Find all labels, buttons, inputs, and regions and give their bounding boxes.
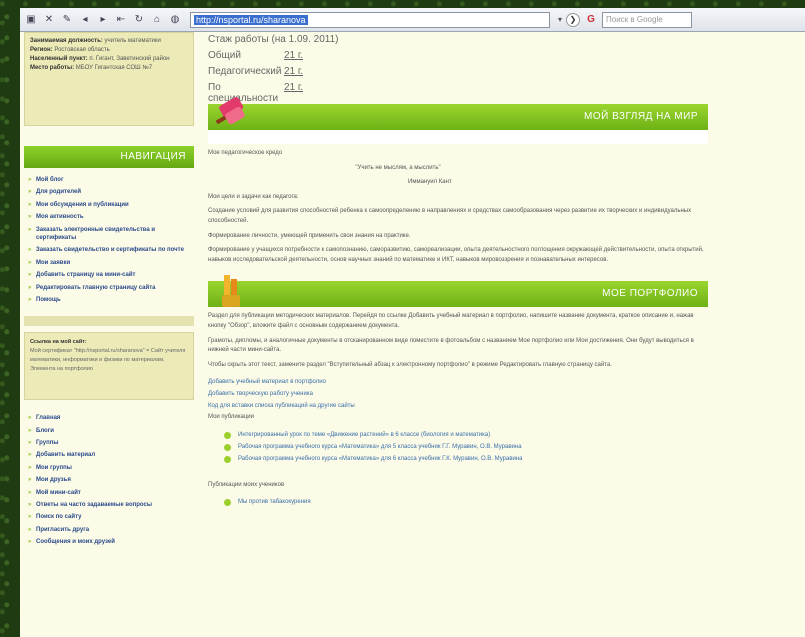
white-strip	[208, 130, 708, 144]
google-icon: G	[587, 14, 595, 25]
portfolio-intro: Раздел для публикации методических матер…	[208, 313, 694, 329]
nav-item[interactable]: Мои группы	[26, 462, 194, 474]
navigation-list: Мой блог Для родителей Мои обсуждения и …	[24, 168, 194, 307]
nav-item[interactable]: Мои друзья	[26, 474, 194, 486]
portfolio-diplomas: Грамоты, дипломы, и аналогичные документ…	[208, 337, 694, 354]
info-label: Место работы:	[30, 65, 75, 71]
nav-item[interactable]: Сообщения и моих друзей	[26, 536, 194, 548]
goal-text: Создание условий для развития способност…	[208, 208, 692, 224]
back-icon[interactable]: ◂	[78, 13, 92, 27]
section-title: МОЙ ВЗГЛЯД НА МИР	[584, 111, 698, 122]
user-info-box: Занимаемая должность: учитель математики…	[24, 32, 194, 126]
info-label: Регион:	[30, 47, 53, 53]
motto-author: Иммануил Кант	[408, 179, 452, 186]
stat-row: Педагогический 21 г.	[208, 66, 708, 82]
close-icon[interactable]: ✕	[42, 13, 56, 27]
browser-toolbar: ▣ ✕ ✎ ◂ ▸ ⇤ ↻ ⌂ ◍ http://nsportal.ru/sha…	[20, 8, 805, 32]
page: Занимаемая должность: учитель математики…	[20, 32, 805, 637]
nav-item[interactable]: Добавить материал	[26, 449, 194, 461]
split-icon[interactable]: ⇤	[114, 13, 128, 27]
nav-item[interactable]: Заказать электронные свидетельства и сер…	[26, 224, 194, 245]
site-link-text[interactable]: Мой сертификат "http://nsportal.ru/shara…	[30, 347, 188, 365]
info-value: МБОУ Гигантская СОШ №7	[75, 65, 153, 71]
stat-value: 21 г.	[284, 66, 304, 77]
info-value: Ростовская область	[54, 47, 110, 53]
student-publications-label: Публикации моих учеников	[208, 481, 285, 488]
stats-title: Стаж работы (на 1.09. 2011)	[208, 34, 339, 45]
stat-value: 21 г.	[284, 82, 304, 93]
publication-link[interactable]: Рабочая программа учебного курса «Матема…	[224, 453, 708, 465]
worldview-content: Мое педагогическое кредо "Учить не мысля…	[208, 149, 708, 265]
nav-item[interactable]: Мои заявки	[26, 257, 194, 269]
search-input[interactable]: Поиск в Google	[602, 11, 693, 28]
forward-icon[interactable]: ▸	[96, 13, 110, 27]
motto-label: Мое педагогическое кредо	[208, 150, 283, 156]
goal-text: Формирование у учащихся потребности к са…	[208, 247, 704, 263]
stat-row: По специальности 21 г.	[208, 82, 708, 104]
site-link-title: Ссылка на мой сайт:	[30, 339, 87, 346]
reload-icon[interactable]: ↻	[132, 13, 146, 27]
nav-item[interactable]: Редактировать главную страницу сайта	[26, 282, 194, 294]
section-title: МОЕ ПОРТФОЛИО	[602, 288, 698, 300]
add-material-link[interactable]: Добавить учебный материал в портфолио	[208, 378, 708, 388]
goal-text: Формирование личности, умеющей применить…	[208, 232, 411, 239]
nav-item[interactable]: Мой мини-сайт	[26, 487, 194, 499]
info-value: учитель математики	[104, 38, 161, 44]
nav-item[interactable]: Мой блог	[26, 174, 194, 186]
address-bar[interactable]: http://nsportal.ru/sharanova	[190, 11, 550, 28]
globe-icon: ◍	[170, 14, 180, 25]
home-icon[interactable]: ⌂	[150, 13, 164, 27]
nav-item[interactable]: Главная	[26, 412, 194, 424]
publications-label: Мои публикации	[208, 414, 254, 421]
site-link-box: Ссылка на мой сайт: Мой сертификат "http…	[24, 332, 194, 401]
portfolio-hint: Чтобы скрыть этот текст, замените раздел…	[208, 361, 612, 368]
info-label: Населенный пункт:	[30, 56, 88, 62]
add-student-work-link[interactable]: Добавить творческую работу ученика	[208, 390, 708, 400]
pencils-icon	[222, 275, 240, 308]
student-publications-list: Мы против табакокурения	[224, 496, 708, 508]
brush-icon	[215, 97, 245, 125]
publication-link[interactable]: Интегрированный урок по теме «Движение р…	[224, 429, 708, 441]
navigation-header: НАВИГАЦИЯ	[24, 146, 194, 168]
section-header-portfolio: МОЕ ПОРТФОЛИО	[208, 275, 708, 308]
save-icon[interactable]: ▣	[24, 13, 38, 27]
nav-item[interactable]: Помощь	[26, 294, 194, 306]
nav-item[interactable]: Пригласить друга	[26, 524, 194, 536]
site-link-text2: Элемента на портфолио	[30, 365, 93, 372]
nav-item[interactable]: Добавить страницу на мини-сайт	[26, 269, 194, 281]
section-header-worldview: МОЙ ВЗГЛЯД НА МИР	[208, 97, 708, 130]
publication-link[interactable]: Рабочая программа учебного курса «Матема…	[224, 441, 708, 453]
publication-link[interactable]: Мы против табакокурения	[224, 496, 708, 508]
nav-item[interactable]: Поиск по сайту	[26, 511, 194, 523]
sidebar-divider	[24, 316, 194, 327]
go-button[interactable]: ❯	[566, 12, 581, 27]
nav-item[interactable]: Мои обсуждения и публикации	[26, 199, 194, 211]
nav-item[interactable]: Блоги	[26, 425, 194, 437]
secondary-navigation: Главная Блоги Группы Добавить материал М…	[24, 406, 194, 549]
info-value: п. Гигант, Заветинский район	[89, 56, 170, 62]
nav-item[interactable]: Ответы на часто задаваемые вопросы	[26, 499, 194, 511]
motto: "Учить не мыслям, а мыслить"	[355, 164, 441, 171]
portfolio-content: Раздел для публикации методических матер…	[208, 312, 708, 508]
dropdown-icon[interactable]: ▾	[558, 15, 562, 24]
stat-row: Общий 21 г.	[208, 50, 708, 66]
info-label: Занимаемая должность:	[30, 38, 103, 44]
stat-value: 21 г.	[284, 50, 304, 61]
embed-code-link[interactable]: Код для вставки списка публикаций на дру…	[208, 402, 708, 412]
edit-icon[interactable]: ✎	[60, 13, 74, 27]
nav-item[interactable]: Моя активность	[26, 211, 194, 223]
nav-item[interactable]: Заказать свидетельство и сертификаты по …	[26, 244, 194, 256]
nav-item[interactable]: Для родителей	[26, 186, 194, 198]
stat-label: Общий	[208, 50, 241, 61]
main-content: Стаж работы (на 1.09. 2011) Общий 21 г. П…	[208, 32, 708, 637]
nav-item[interactable]: Группы	[26, 437, 194, 449]
address-text[interactable]: http://nsportal.ru/sharanova	[194, 14, 308, 25]
sidebar: Занимаемая должность: учитель математики…	[24, 32, 194, 637]
experience-stats: Стаж работы (на 1.09. 2011) Общий 21 г. П…	[208, 32, 708, 104]
goals-label: Мои цели и задачи как педагога:	[208, 193, 299, 200]
publications-list: Интегрированный урок по теме «Движение р…	[224, 429, 708, 465]
stat-label: Педагогический	[208, 66, 282, 77]
